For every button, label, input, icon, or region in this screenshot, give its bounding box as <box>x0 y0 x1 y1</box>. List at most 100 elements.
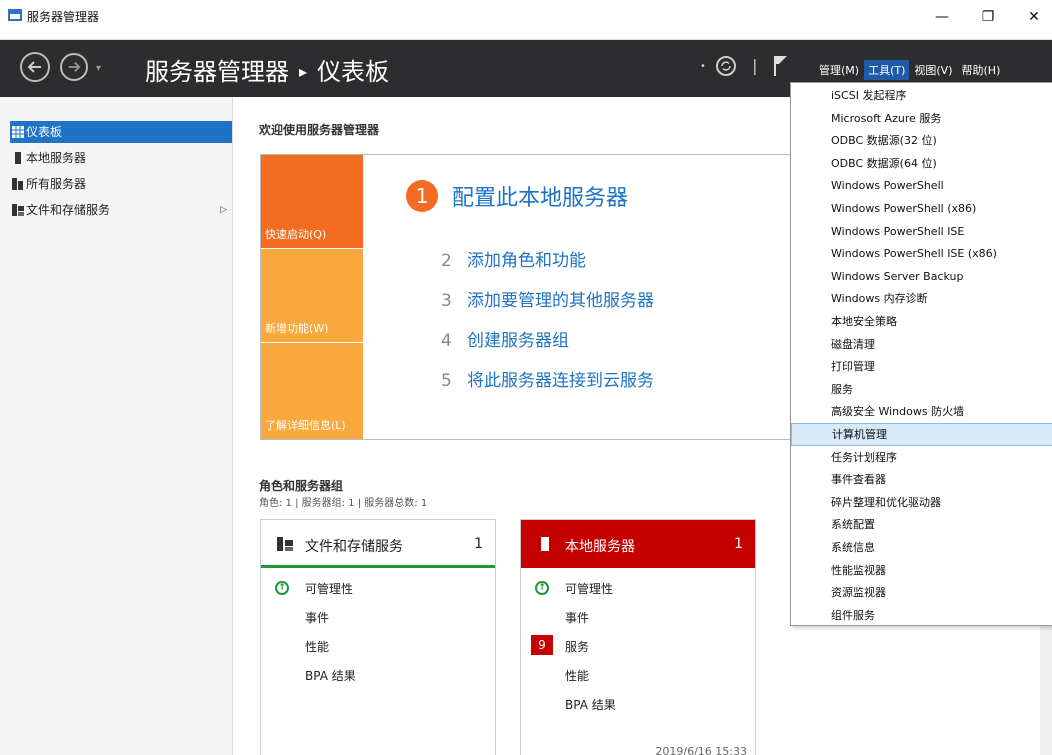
card-row-events[interactable]: 事件 <box>565 609 589 626</box>
sidebar-item-dashboard[interactable]: 仪表板 <box>10 121 232 143</box>
roles-summary: 角色: 1 | 服务器组: 1 | 服务器总数: 1 <box>259 498 428 509</box>
server-manager-app-icon <box>8 9 22 21</box>
sidebar-item-label: 本地服务器 <box>26 151 87 165</box>
step-create-group[interactable]: 4 创建服务器组 <box>441 326 569 351</box>
menu-tools[interactable]: 工具(T) <box>864 60 910 80</box>
menu-item-firewall[interactable]: 高级安全 Windows 防火墙 <box>791 401 1052 424</box>
menu-item-services[interactable]: 服务 <box>791 379 1052 402</box>
window-title: 服务器管理器 <box>27 10 100 24</box>
tools-dropdown-menu: iSCSI 发起程序 Microsoft Azure 服务 ODBC 数据源(3… <box>790 82 1052 626</box>
menu-item-iscsi-initiator[interactable]: iSCSI 发起程序 <box>791 85 1052 108</box>
sidebar-item-label: 文件和存储服务 <box>26 203 111 217</box>
services-alert-badge: 9 <box>531 635 553 655</box>
sidebar-item-local-server[interactable]: 本地服务器 <box>10 147 233 169</box>
dropdown-small-icon[interactable]: • <box>700 61 706 72</box>
server-icon <box>541 537 549 551</box>
card-title: 文件和存储服务 <box>305 539 403 555</box>
step-number-badge: 1 <box>406 180 438 212</box>
menu-item-powershell-x86[interactable]: Windows PowerShell (x86) <box>791 198 1052 221</box>
back-button[interactable] <box>20 52 50 82</box>
menu-item-odbc-64[interactable]: ODBC 数据源(64 位) <box>791 153 1052 176</box>
card-header[interactable]: 本地服务器 1 <box>521 520 755 568</box>
menu-item-performance-monitor[interactable]: 性能监视器 <box>791 560 1052 583</box>
card-title: 本地服务器 <box>565 539 635 555</box>
status-ok-icon: ↑ <box>275 581 289 595</box>
back-arrow-icon <box>27 61 41 73</box>
tile-quick-start[interactable]: 快速启动(Q) <box>261 155 363 248</box>
sidebar-item-label: 所有服务器 <box>26 177 87 191</box>
menu-item-powershell-ise-x86[interactable]: Windows PowerShell ISE (x86) <box>791 243 1052 266</box>
card-header[interactable]: 文件和存储服务 1 <box>261 520 495 568</box>
step-add-servers[interactable]: 3 添加要管理的其他服务器 <box>441 286 654 311</box>
card-row-services[interactable]: 服务 <box>565 638 589 655</box>
title-bar: 服务器管理器 — ❐ ✕ <box>0 0 1052 40</box>
header-icons: • | <box>700 55 789 77</box>
menu-item-task-scheduler[interactable]: 任务计划程序 <box>791 447 1052 470</box>
card-row-manageability[interactable]: 可管理性 <box>305 580 353 597</box>
menu-manage[interactable]: 管理(M) <box>815 60 863 80</box>
card-row-performance[interactable]: 性能 <box>565 667 589 684</box>
storage-icon <box>277 537 293 551</box>
forward-button[interactable] <box>60 53 88 81</box>
menu-item-server-backup[interactable]: Windows Server Backup <box>791 266 1052 289</box>
menu-item-defragment[interactable]: 碎片整理和优化驱动器 <box>791 492 1052 515</box>
menu-item-powershell-ise[interactable]: Windows PowerShell ISE <box>791 221 1052 244</box>
card-row-performance[interactable]: 性能 <box>305 638 329 655</box>
menu-item-component-services[interactable]: 组件服务 <box>791 605 1052 628</box>
sidebar-item-label: 仪表板 <box>26 125 63 139</box>
sidebar-item-file-storage[interactable]: 文件和存储服务 ▷ <box>10 199 233 221</box>
breadcrumb-app[interactable]: 服务器管理器 <box>145 58 289 86</box>
menu-view[interactable]: 视图(V) <box>910 60 956 80</box>
breadcrumb-page: 仪表板 <box>317 58 390 86</box>
menu-item-event-viewer[interactable]: 事件查看器 <box>791 469 1052 492</box>
expand-arrow-icon[interactable]: ▷ <box>220 199 227 221</box>
dashboard-icon <box>12 126 24 138</box>
menu-item-memory-diagnostic[interactable]: Windows 内存诊断 <box>791 288 1052 311</box>
menu-help[interactable]: 帮助(H) <box>958 60 1005 80</box>
menu-item-computer-management[interactable]: 计算机管理 <box>791 423 1052 446</box>
storage-icon <box>12 204 24 216</box>
step-label[interactable]: 配置此本地服务器 <box>452 180 628 212</box>
card-row-bpa[interactable]: BPA 结果 <box>305 667 356 684</box>
step-connect-cloud[interactable]: 5 将此服务器连接到云服务 <box>441 366 654 391</box>
card-count: 1 <box>474 536 483 552</box>
card-row-events[interactable]: 事件 <box>305 609 329 626</box>
notification-flag-icon[interactable] <box>773 55 789 77</box>
refresh-icon[interactable] <box>715 55 737 77</box>
minimize-button[interactable]: — <box>922 5 962 29</box>
role-card-local-server: 本地服务器 1 ↑ 可管理性 事件 9 服务 性能 BPA 结果 2019/6/… <box>520 519 756 755</box>
header-divider: | <box>752 55 758 75</box>
menu-item-powershell[interactable]: Windows PowerShell <box>791 175 1052 198</box>
tile-whats-new[interactable]: 新增功能(W) <box>261 249 363 342</box>
menu-item-print-management[interactable]: 打印管理 <box>791 356 1052 379</box>
server-icon <box>15 152 21 164</box>
menu-item-resource-monitor[interactable]: 资源监视器 <box>791 582 1052 605</box>
card-count: 1 <box>734 536 743 552</box>
breadcrumb-separator-icon: ▸ <box>299 62 308 81</box>
close-button[interactable]: ✕ <box>1014 5 1052 29</box>
tile-learn-more[interactable]: 了解详细信息(L) <box>261 343 363 439</box>
welcome-heading: 欢迎使用服务器管理器 <box>259 123 380 137</box>
menu-item-local-security-policy[interactable]: 本地安全策略 <box>791 311 1052 334</box>
forward-arrow-icon <box>68 62 81 72</box>
card-row-manageability[interactable]: 可管理性 <box>565 580 613 597</box>
menu-bar: 管理(M) 工具(T) 视图(V) 帮助(H) <box>815 59 1005 80</box>
quick-start-panel: 快速启动(Q) 新增功能(W) 了解详细信息(L) 1 配置此本地服务器 2 添加… <box>260 154 820 440</box>
role-card-file-storage: 文件和存储服务 1 ↑ 可管理性 事件 性能 BPA 结果 <box>260 519 496 755</box>
menu-item-azure-services[interactable]: Microsoft Azure 服务 <box>791 108 1052 131</box>
servers-icon <box>12 178 23 190</box>
menu-item-system-information[interactable]: 系统信息 <box>791 537 1052 560</box>
status-ok-icon: ↑ <box>535 581 549 595</box>
menu-item-odbc-32[interactable]: ODBC 数据源(32 位) <box>791 130 1052 153</box>
menu-item-system-configuration[interactable]: 系统配置 <box>791 514 1052 537</box>
card-row-bpa[interactable]: BPA 结果 <box>565 696 616 713</box>
restore-button[interactable]: ❐ <box>968 5 1008 29</box>
sidebar: 仪表板 本地服务器 所有服务器 文件和存储服务 ▷ <box>0 97 233 755</box>
step-add-roles[interactable]: 2 添加角色和功能 <box>441 246 586 271</box>
sidebar-item-all-servers[interactable]: 所有服务器 <box>10 173 233 195</box>
history-dropdown-icon[interactable]: ▾ <box>96 63 101 74</box>
breadcrumb: 服务器管理器 ▸ 仪表板 <box>145 52 389 87</box>
roles-heading: 角色和服务器组 <box>259 479 344 493</box>
card-timestamp: 2019/6/16 15:33 <box>655 745 747 755</box>
menu-item-disk-cleanup[interactable]: 磁盘清理 <box>791 334 1052 357</box>
